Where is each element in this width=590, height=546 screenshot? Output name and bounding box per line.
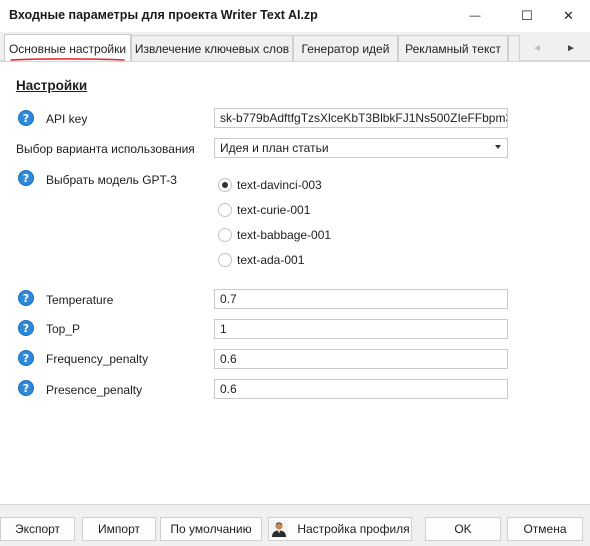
usage-select-value: Идея и план статьи (220, 141, 329, 155)
button-label: OK (454, 522, 472, 536)
maximize-icon: ☐ (521, 8, 533, 23)
tab-label: Основные настройки (8, 41, 127, 56)
minimize-button[interactable]: — (452, 0, 498, 32)
export-button[interactable]: Экспорт (0, 517, 75, 541)
close-icon: ✕ (563, 8, 574, 23)
temperature-field[interactable]: 0.7 (214, 289, 508, 309)
radio-label: text-davinci-003 (237, 178, 322, 192)
tab-ad-text[interactable]: Рекламный текст (398, 35, 508, 61)
help-glyph: ? (22, 291, 30, 305)
button-label: Отмена (523, 522, 567, 536)
tab-label: Рекламный текст (405, 41, 501, 56)
usage-label: Выбор варианта использования (16, 142, 195, 156)
arrow-right-icon: ► (566, 42, 576, 54)
window-title: Входные параметры для проекта Writer Tex… (9, 8, 318, 22)
tab-scroll-left-button[interactable]: ◄ (520, 35, 554, 61)
api-key-field[interactable]: sk-b779bAdftfgTzsXlceKbT3BlbkFJ1Ns500ZIe… (214, 108, 508, 128)
tab-label: Генератор идей (301, 41, 390, 56)
button-label: По умолчанию (170, 522, 252, 536)
help-icon[interactable]: ? (18, 110, 34, 126)
radio-label: text-curie-001 (237, 203, 311, 217)
user-profile-icon (270, 520, 289, 538)
tab-label: Извлечение ключевых слов (134, 41, 290, 56)
tab-idea-generator[interactable]: Генератор идей (293, 35, 398, 61)
button-label: Экспорт (14, 522, 61, 536)
model-option-curie[interactable]: text-curie-001 (218, 201, 310, 219)
help-glyph: ? (22, 381, 30, 395)
radio-button[interactable] (218, 178, 232, 192)
presence-penalty-field[interactable]: 0.6 (214, 379, 508, 399)
top-p-field[interactable]: 1 (214, 319, 508, 339)
chevron-down-icon (495, 145, 501, 149)
radio-button[interactable] (218, 228, 232, 242)
cancel-button[interactable]: Отмена (507, 517, 583, 541)
profile-settings-button[interactable]: Настройка профиля (268, 517, 412, 541)
model-label: Выбрать модель GPT-3 (46, 173, 177, 187)
temperature-label: Temperature (46, 293, 114, 307)
api-key-label: API key (46, 112, 88, 126)
defaults-button[interactable]: По умолчанию (160, 517, 262, 541)
model-option-davinci[interactable]: text-davinci-003 (218, 176, 322, 194)
frequency-penalty-field[interactable]: 0.6 (214, 349, 508, 369)
tab-scroll-right-button[interactable]: ► (554, 35, 588, 61)
section-title: Настройки (16, 78, 88, 93)
usage-select[interactable]: Идея и план статьи (214, 138, 508, 158)
top-p-label: Top_P (46, 322, 81, 336)
arrow-left-icon: ◄ (532, 42, 542, 54)
help-icon[interactable]: ? (18, 320, 34, 336)
help-icon[interactable]: ? (18, 290, 34, 306)
button-label: Настройка профиля (297, 522, 410, 536)
radio-label: text-babbage-001 (237, 228, 332, 242)
help-glyph: ? (22, 351, 30, 365)
presence-penalty-label: Presence_penalty (46, 383, 143, 397)
help-glyph: ? (22, 111, 30, 125)
radio-button[interactable] (218, 203, 232, 217)
radio-label: text-ada-001 (237, 253, 305, 267)
ok-button[interactable]: OK (425, 517, 501, 541)
frequency-penalty-label: Frequency_penalty (46, 352, 149, 366)
radio-button[interactable] (218, 253, 232, 267)
help-glyph: ? (22, 321, 30, 335)
help-icon[interactable]: ? (18, 380, 34, 396)
button-label: Импорт (98, 522, 140, 536)
import-button[interactable]: Импорт (82, 517, 156, 541)
help-icon[interactable]: ? (18, 350, 34, 366)
help-icon[interactable]: ? (18, 170, 34, 186)
tab-overflow[interactable] (508, 35, 520, 61)
maximize-button[interactable]: ☐ (504, 0, 550, 32)
title-bar: Входные параметры для проекта Writer Tex… (0, 0, 590, 32)
model-option-ada[interactable]: text-ada-001 (218, 251, 304, 269)
model-option-babbage[interactable]: text-babbage-001 (218, 226, 331, 244)
tab-keyword-extraction[interactable]: Извлечение ключевых слов (131, 35, 293, 61)
minimize-icon: — (469, 10, 481, 22)
close-button[interactable]: ✕ (547, 0, 590, 32)
help-glyph: ? (22, 171, 30, 185)
